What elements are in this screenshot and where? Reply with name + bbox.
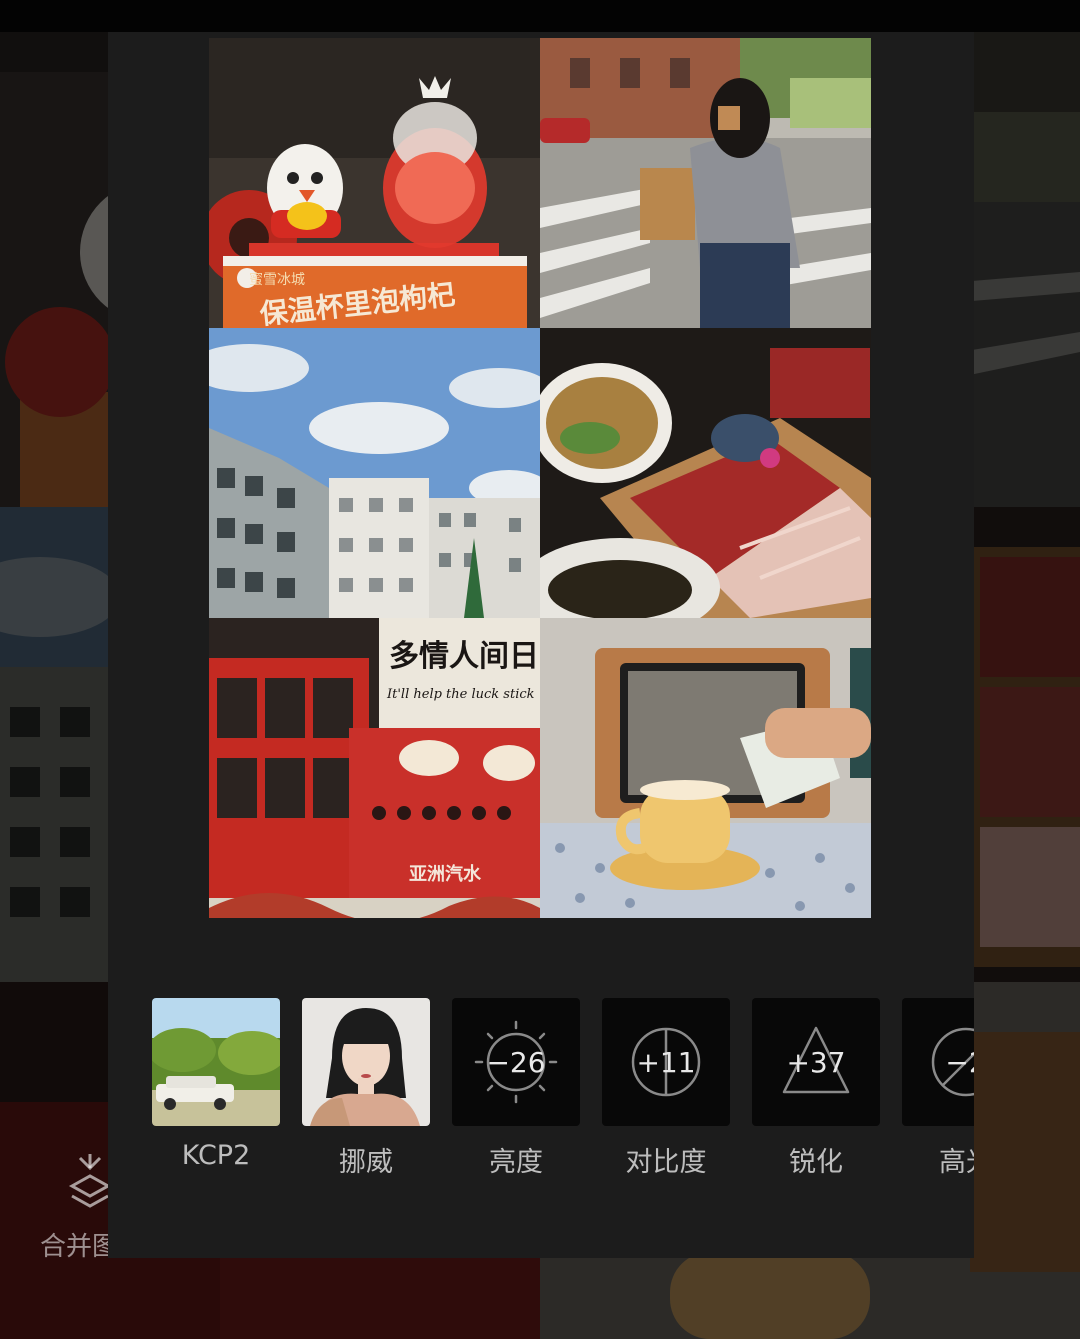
adjustment-toolbar: KCP2 挪威 −26 亮度 +11 对比度 +37 锐化 − 高 (152, 998, 974, 1198)
sharpen-label: 锐化 (789, 1147, 843, 1178)
brightness-label: 亮度 (489, 1147, 543, 1178)
brightness-adjust[interactable]: −26 亮度 (452, 998, 580, 1198)
portrait-thumb (302, 998, 430, 1126)
svg-text:蜜雪冰城: 蜜雪冰城 (249, 272, 305, 288)
buildings-photo (209, 328, 540, 618)
highlight-value: −2 (945, 1045, 974, 1079)
contrast-tile: +11 (602, 998, 730, 1126)
highlight-tile: −2 (902, 998, 974, 1126)
contrast-adjust[interactable]: +11 对比度 (602, 998, 730, 1198)
collage-tile-crates[interactable]: 多情人间日常 It'll help the luck stick 亚洲汽水 (209, 618, 540, 918)
svg-text:亚洲汽水: 亚洲汽水 (409, 863, 482, 885)
preset-kcp2[interactable]: KCP2 (152, 998, 280, 1198)
preset-norway-thumbnail (302, 998, 430, 1126)
contrast-value: +11 (636, 1045, 696, 1079)
street-photo (540, 38, 871, 328)
tablet-photo (540, 618, 871, 918)
merge-label: 合并图 (40, 1232, 119, 1262)
collage-tile-street[interactable] (540, 38, 871, 328)
photo-collage[interactable]: 蜜雪冰城 保温杯里泡枸杞 多情人间日 It'll help the luck s… (209, 38, 871, 918)
collage-tile-tablet[interactable] (540, 618, 871, 918)
svg-text:多情人间日常: 多情人间日常 (389, 639, 540, 674)
preset-kcp2-thumbnail (152, 998, 280, 1126)
collage-tile-mascot[interactable]: 蜜雪冰城 保温杯里泡枸杞 (209, 38, 540, 328)
sharpen-tile: +37 (752, 998, 880, 1126)
collage-tile-buildings[interactable] (209, 328, 540, 618)
edit-panel: 蜜雪冰城 保温杯里泡枸杞 多情人间日 It'll help the luck s… (108, 32, 974, 1258)
sharpen-adjust[interactable]: +37 锐化 (752, 998, 880, 1198)
brightness-value: −26 (486, 1045, 546, 1079)
merge-icon (68, 1154, 112, 1208)
landscape-car-thumb (152, 998, 280, 1126)
preset-norway-label: 挪威 (339, 1147, 393, 1178)
preset-kcp2-label: KCP2 (181, 1140, 251, 1171)
highlight-adjust[interactable]: −2 高光 (902, 998, 974, 1198)
editor-screen: 合并图 蜜雪冰城 保温杯里泡枸杞 多情人间日 It'll help the lu… (0, 0, 1080, 1339)
brightness-tile: −26 (452, 998, 580, 1126)
svg-text:It'll help the luck stick: It'll help the luck stick (386, 687, 535, 702)
sharpen-value: +37 (786, 1045, 846, 1079)
crates-text: 多情人间日常 It'll help the luck stick 亚洲汽水 (386, 639, 540, 885)
highlight-label: 高光 (939, 1147, 974, 1178)
collage-tile-meat[interactable] (540, 328, 871, 618)
mascot-box-text: 蜜雪冰城 保温杯里泡枸杞 (249, 272, 457, 328)
contrast-label: 对比度 (625, 1147, 707, 1178)
meat-photo (540, 328, 871, 618)
preset-norway[interactable]: 挪威 (302, 998, 430, 1198)
